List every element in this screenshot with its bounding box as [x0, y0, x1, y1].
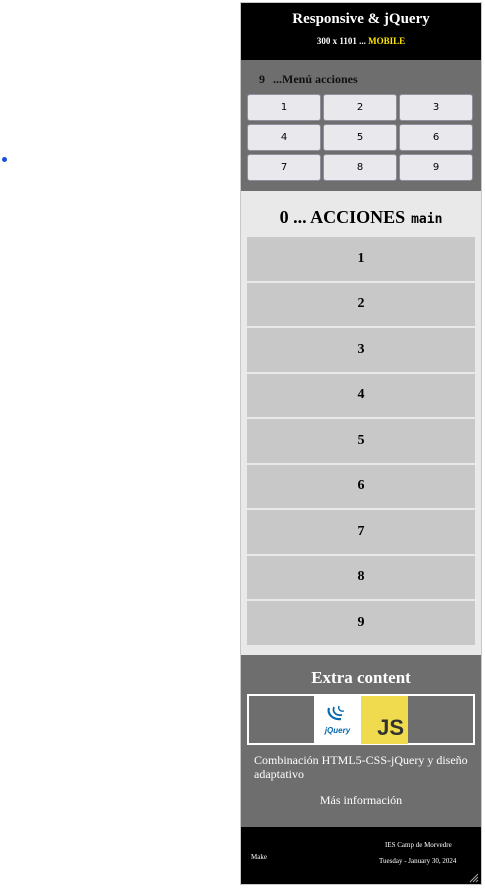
- action-item-7[interactable]: 7: [247, 510, 475, 554]
- page-header: Responsive & jQuery 300 x 1101 ... MOBIL…: [241, 3, 481, 60]
- actions-list: 1 2 3 4 5 6 7 8 9: [247, 237, 475, 645]
- actions-label: ... ACCIONES: [293, 207, 406, 227]
- resize-handle-icon[interactable]: [469, 873, 479, 883]
- page-title: Responsive & jQuery: [292, 11, 430, 27]
- menu-button-2[interactable]: 2: [323, 94, 397, 121]
- action-item-1[interactable]: 1: [247, 237, 475, 281]
- menu-button-6[interactable]: 6: [399, 124, 473, 151]
- app-window: Responsive & jQuery 300 x 1101 ... MOBIL…: [240, 2, 482, 885]
- action-item-8[interactable]: 8: [247, 555, 475, 599]
- jquery-js-logo: jQuery JS: [314, 695, 408, 744]
- action-item-6[interactable]: 6: [247, 464, 475, 508]
- action-item-5[interactable]: 5: [247, 419, 475, 463]
- main-actions: 0 ... ACCIONES main 1 2 3 4 5 6 7 8 9: [241, 191, 481, 645]
- action-item-2[interactable]: 2: [247, 282, 475, 326]
- viewport-size: 300 x 1101: [316, 36, 357, 46]
- menu-button-3[interactable]: 3: [399, 94, 473, 121]
- actions-menu: 9 ...Menú acciones 1 2 3 4 5 6 7 8 9: [241, 60, 481, 191]
- more-info-link[interactable]: Más información: [241, 793, 481, 808]
- action-item-3[interactable]: 3: [247, 328, 475, 372]
- menu-title: 9 ...Menú acciones: [259, 72, 475, 87]
- extra-content: Extra content jQuery JS Combinación HTML…: [241, 655, 481, 827]
- menu-button-8[interactable]: 8: [323, 154, 397, 181]
- action-item-9[interactable]: 9: [247, 601, 475, 645]
- page-footer: Make IES Camp de Morvedre Tuesday - Janu…: [241, 827, 481, 884]
- extra-description: Combinación HTML5-CSS-jQuery y diseño ad…: [254, 753, 468, 781]
- menu-button-grid: 1 2 3 4 5 6 7 8 9: [247, 94, 475, 181]
- viewport-mode: MOBILE: [368, 36, 406, 46]
- footer-institution: IES Camp de Morvedre: [385, 841, 452, 849]
- menu-button-1[interactable]: 1: [247, 94, 321, 121]
- footer-date: Tuesday - January 30, 2024: [379, 857, 457, 865]
- menu-count: 9: [259, 72, 265, 86]
- jquery-logo-text: jQuery: [324, 726, 351, 735]
- action-item-4[interactable]: 4: [247, 373, 475, 417]
- logo-frame: jQuery JS: [247, 694, 475, 745]
- bullet-dot: [2, 157, 7, 162]
- main-tag: main: [411, 212, 443, 227]
- jquery-swirl-icon: [327, 705, 344, 721]
- footer-make: Make: [251, 853, 267, 861]
- viewport-separator: ...: [356, 36, 369, 46]
- js-logo-text: JS: [377, 714, 404, 740]
- menu-button-7[interactable]: 7: [247, 154, 321, 181]
- menu-label: ...Menú acciones: [273, 72, 358, 86]
- menu-button-5[interactable]: 5: [323, 124, 397, 151]
- viewport-info: 300 x 1101 ... MOBILE: [241, 36, 481, 46]
- extra-title: Extra content: [311, 668, 411, 687]
- menu-button-9[interactable]: 9: [399, 154, 473, 181]
- actions-title: 0 ... ACCIONES main: [247, 191, 475, 237]
- actions-count: 0: [279, 207, 289, 227]
- jquery-logo: jQuery: [314, 695, 361, 744]
- js-logo: JS: [361, 695, 408, 744]
- menu-button-4[interactable]: 4: [247, 124, 321, 151]
